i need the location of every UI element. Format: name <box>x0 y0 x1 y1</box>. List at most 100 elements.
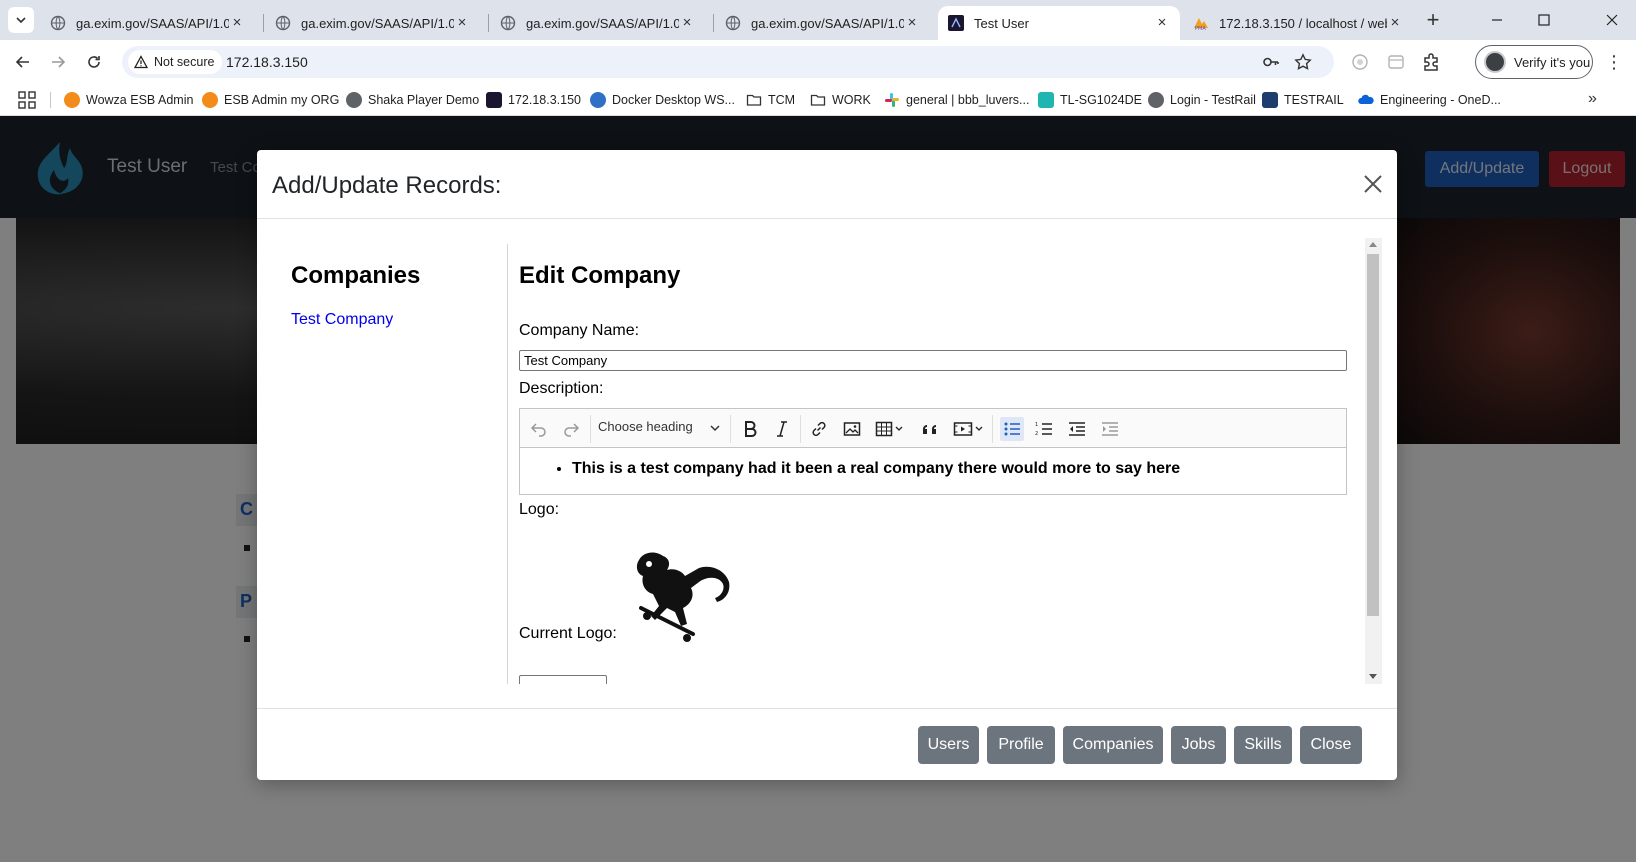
browser-tab-6[interactable]: PMA 172.18.3.150 / localhost / web × <box>1183 6 1413 40</box>
scroll-up-icon[interactable] <box>1369 242 1377 247</box>
close-tab-icon[interactable]: × <box>1387 15 1403 31</box>
bookmark-item[interactable]: Shaka Player Demo <box>346 90 479 110</box>
numbered-list-button[interactable]: 12 <box>1032 417 1056 441</box>
browser-toolbar: Not secure 172.18.3.150 Verify it's you … <box>0 40 1636 84</box>
companies-button[interactable]: Companies <box>1063 726 1163 764</box>
forward-button[interactable] <box>46 50 70 74</box>
new-tab-button[interactable]: + <box>1420 8 1446 34</box>
star-icon[interactable] <box>1294 53 1312 71</box>
puzzle-icon[interactable] <box>1421 52 1441 72</box>
bookmarks-divider <box>50 92 51 108</box>
bookmark-label: ESB Admin my ORG <box>224 93 340 107</box>
close-tab-icon[interactable]: × <box>904 15 920 31</box>
insert-media-button[interactable] <box>950 417 988 441</box>
bulleted-list-button[interactable] <box>1000 417 1024 441</box>
bookmark-item[interactable]: TL-SG1024DE <box>1038 90 1142 110</box>
heading-dropdown[interactable]: Choose heading <box>598 419 720 434</box>
close-tab-icon[interactable]: × <box>229 15 245 31</box>
bookmark-label: Wowza ESB Admin <box>86 93 194 107</box>
bookmark-folder[interactable]: TCM <box>746 90 795 110</box>
close-button[interactable]: Close <box>1300 726 1362 764</box>
bookmark-item[interactable]: 172.18.3.150 <box>486 90 581 110</box>
bookmark-label: general | bbb_luvers... <box>906 93 1030 107</box>
link-button[interactable] <box>807 417 831 441</box>
skills-button[interactable]: Skills <box>1234 726 1292 764</box>
verify-account-button[interactable]: Verify it's you <box>1475 45 1593 79</box>
tab-title: Test User <box>974 15 1029 31</box>
svg-text:PMA: PMA <box>1195 26 1206 31</box>
image-icon <box>843 422 861 436</box>
reload-icon <box>88 56 100 68</box>
reload-button[interactable] <box>82 50 106 74</box>
profile-button[interactable]: Profile <box>987 726 1055 764</box>
browser-menu-button[interactable]: ⋮ <box>1604 52 1624 72</box>
quote-icon <box>923 425 936 434</box>
undo-icon <box>530 423 546 437</box>
address-bar[interactable]: Not secure 172.18.3.150 <box>122 46 1334 78</box>
rich-text-editor: Choose heading 1 2 • This is a test comp… <box>519 408 1347 495</box>
undo-button[interactable] <box>527 417 551 441</box>
scrollbar-thumb[interactable] <box>1367 254 1379 616</box>
bookmark-item[interactable]: Docker Desktop WS... <box>590 90 735 110</box>
browser-tab-3[interactable]: ga.exim.gov/SAAS/API/1.0/GET × <box>490 6 705 40</box>
wowza-icon <box>64 92 80 108</box>
security-chip[interactable]: Not secure <box>128 50 223 74</box>
globe-icon <box>275 15 291 31</box>
outdent-button[interactable] <box>1065 417 1089 441</box>
close-icon[interactable] <box>1361 172 1385 196</box>
browser-tab-active[interactable]: Test User × <box>938 6 1180 40</box>
close-tab-icon[interactable]: × <box>454 15 470 31</box>
logo-file-input[interactable] <box>519 675 607 684</box>
password-key-icon[interactable] <box>1262 53 1280 71</box>
block-quote-button[interactable] <box>918 417 942 441</box>
bookmark-item[interactable]: Wowza ESB Admin <box>64 90 193 110</box>
wowza-icon <box>202 92 218 108</box>
maximize-button[interactable] <box>1522 6 1566 34</box>
modal-scrollbar[interactable] <box>1365 238 1382 684</box>
insert-image-button[interactable] <box>840 417 864 441</box>
window-close-button[interactable] <box>1590 6 1634 34</box>
company-name-input[interactable] <box>519 350 1347 371</box>
indent-button[interactable] <box>1098 417 1122 441</box>
globe-icon <box>50 15 66 31</box>
browser-tab-4[interactable]: ga.exim.gov/SAAS/API/1.0/GET × <box>715 6 930 40</box>
phpmyadmin-icon: PMA <box>1194 18 1208 31</box>
extension-icon[interactable] <box>1350 52 1370 72</box>
browser-tab-1[interactable]: ga.exim.gov/SAAS/API/1.0/GET × <box>40 6 255 40</box>
more-bookmarks-button[interactable]: » <box>1588 90 1597 108</box>
jobs-button[interactable]: Jobs <box>1171 726 1226 764</box>
toolbar-separator <box>730 415 731 443</box>
scroll-down-icon[interactable] <box>1369 674 1377 679</box>
close-tab-icon[interactable]: × <box>1154 15 1170 31</box>
extension-icon[interactable] <box>1386 52 1406 72</box>
bookmark-item[interactable]: general | bbb_luvers... <box>884 90 1029 110</box>
bookmark-item[interactable]: Login - TestRail <box>1148 90 1256 110</box>
apps-grid-icon[interactable] <box>18 91 36 109</box>
bookmark-item[interactable]: Engineering - OneD... <box>1358 90 1501 110</box>
site-favicon-icon <box>948 15 964 31</box>
bold-button[interactable] <box>738 417 762 441</box>
skateboarding-monkey-logo <box>636 552 730 642</box>
back-button[interactable] <box>11 50 35 74</box>
minimize-button[interactable] <box>1475 6 1519 34</box>
tab-divider <box>488 14 489 32</box>
tab-search-button[interactable] <box>8 7 34 33</box>
insert-table-button[interactable] <box>872 417 908 441</box>
editor-content[interactable]: This is a test company had it been a rea… <box>520 449 1346 494</box>
bookmark-folder[interactable]: WORK <box>810 90 871 110</box>
close-tab-icon[interactable]: × <box>679 15 695 31</box>
browser-tab-2[interactable]: ga.exim.gov/SAAS/API/1.0/GET × <box>265 6 480 40</box>
redo-button[interactable] <box>559 417 583 441</box>
company-link[interactable]: Test Company <box>291 311 393 329</box>
bookmark-label: 172.18.3.150 <box>508 93 581 107</box>
bookmark-item[interactable]: ESB Admin my ORG <box>202 90 339 110</box>
url-text[interactable]: 172.18.3.150 <box>226 54 308 70</box>
numbered-list-icon: 12 <box>1035 422 1052 437</box>
bookmark-item[interactable]: TESTRAIL <box>1262 90 1344 110</box>
link-icon <box>812 421 826 437</box>
bookmark-label: Engineering - OneD... <box>1380 93 1501 107</box>
italic-button[interactable] <box>770 417 794 441</box>
redo-icon <box>564 423 580 437</box>
modal-body[interactable]: Companies Test Company Edit Company Comp… <box>257 234 1383 684</box>
users-button[interactable]: Users <box>918 726 979 764</box>
